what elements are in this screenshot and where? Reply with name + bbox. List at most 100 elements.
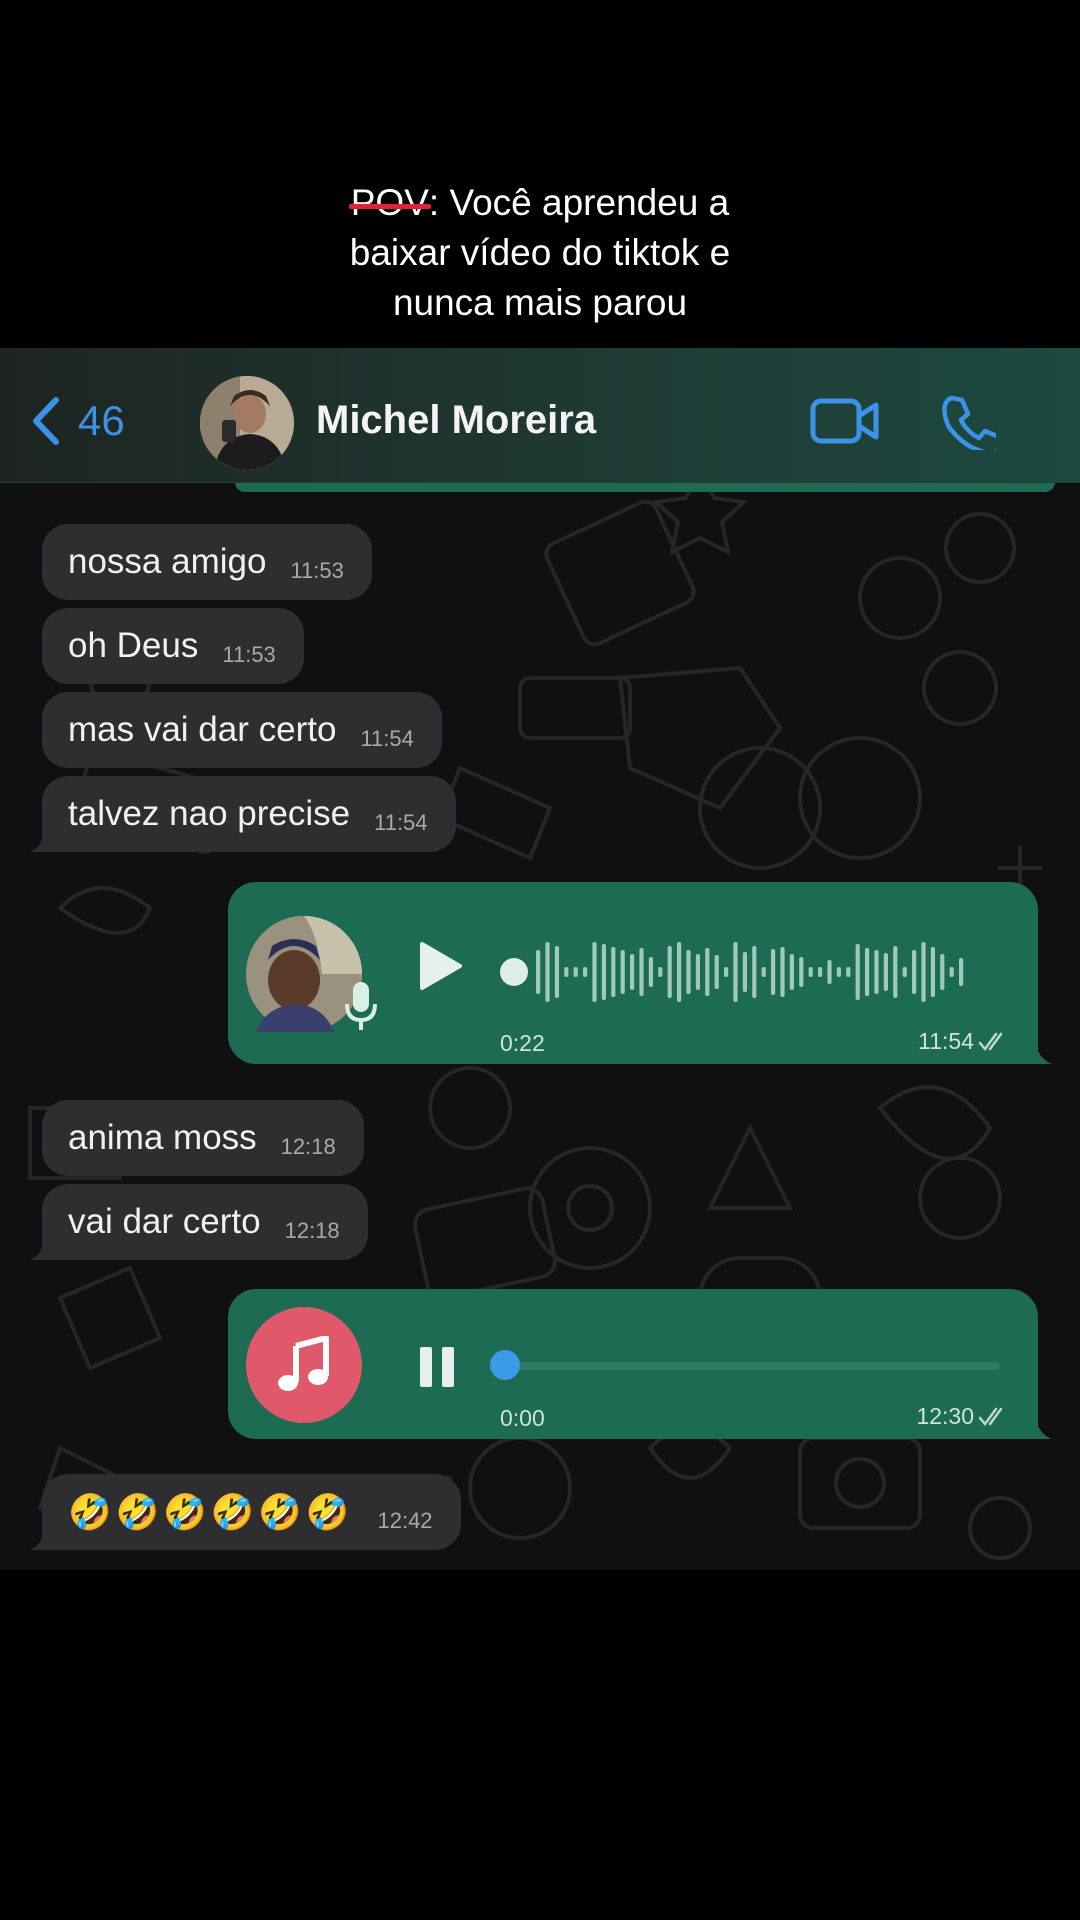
waveform-bar <box>865 948 870 996</box>
incoming-message[interactable]: mas vai dar certo 11:54 <box>42 692 442 768</box>
waveform-bar <box>545 942 550 1002</box>
message-text: nossa amigo <box>68 542 267 581</box>
chat-header: 46 Michel Moreira <box>0 348 1080 483</box>
waveform-bar <box>827 960 832 984</box>
waveform-bar <box>611 947 616 997</box>
read-receipt-icon <box>978 1032 1003 1052</box>
video-camera-icon <box>810 398 879 444</box>
contact-name[interactable]: Michel Moreira <box>316 398 596 443</box>
microphone-icon <box>345 982 377 1030</box>
message-text: oh Deus <box>68 626 199 665</box>
waveform-bar <box>902 967 907 977</box>
play-icon[interactable] <box>418 940 464 992</box>
message-text: vai dar certo <box>68 1202 261 1241</box>
incoming-message[interactable]: anima moss 12:18 <box>42 1100 364 1176</box>
waveform-bar <box>536 950 541 994</box>
audio-progress-knob[interactable] <box>490 1350 520 1380</box>
message-emoji: 🤣🤣🤣🤣🤣🤣 <box>68 1492 354 1532</box>
message-time: 12:18 <box>284 1218 340 1243</box>
message-time: 11:53 <box>290 558 344 583</box>
voice-waveform[interactable] <box>500 936 1000 1008</box>
pause-icon[interactable] <box>418 1347 458 1387</box>
previous-message-edge <box>235 482 1055 492</box>
back-button[interactable]: 46 <box>30 396 125 446</box>
waveform-bar <box>564 967 569 977</box>
waveform-bar <box>658 967 663 977</box>
audio-position: 0:00 <box>500 1405 545 1431</box>
waveform-bar <box>818 967 823 977</box>
waveform-bar <box>940 954 945 990</box>
incoming-message[interactable]: talvez nao precise 11:54 <box>30 776 456 852</box>
message-text: mas vai dar certo <box>68 710 337 749</box>
caption-line-3: nunca mais parou <box>392 282 688 323</box>
waveform-bar <box>780 947 785 997</box>
waveform-bar <box>677 942 682 1002</box>
waveform-scrubber <box>500 958 528 986</box>
waveform-bar <box>648 957 653 987</box>
message-text: anima moss <box>68 1118 257 1157</box>
waveform-bar <box>639 948 644 996</box>
waveform-bar <box>705 948 710 996</box>
waveform-bar <box>836 967 841 977</box>
waveform-bar <box>573 967 578 977</box>
unread-count: 46 <box>78 397 125 444</box>
incoming-message[interactable]: nossa amigo 11:53 <box>42 524 372 600</box>
voice-duration: 0:22 <box>500 1030 545 1056</box>
bubble-tail <box>1026 1038 1052 1064</box>
message-text: talvez nao precise <box>68 794 351 833</box>
audio-progress-track[interactable] <box>500 1362 1000 1370</box>
message-time: 12:18 <box>280 1134 336 1159</box>
incoming-message[interactable]: vai dar certo 12:18 <box>30 1184 368 1260</box>
waveform-bar <box>789 954 794 990</box>
caption-line-1: : Você aprendeu a <box>428 182 730 223</box>
waveform-bar <box>601 944 606 1000</box>
waveform-bar <box>930 947 935 997</box>
waveform-bar <box>667 946 672 998</box>
waveform-bar <box>620 950 625 994</box>
incoming-message[interactable]: oh Deus 11:53 <box>42 608 304 684</box>
message-time: 11:54 <box>360 726 414 751</box>
bubble-tail <box>30 1236 54 1260</box>
strikethrough-word: POV <box>350 182 429 223</box>
waveform-bar <box>752 946 757 998</box>
bubble-tail <box>30 828 54 852</box>
voice-call-button[interactable] <box>940 394 1004 456</box>
read-receipt-icon <box>978 1407 1003 1427</box>
caption-line-2: baixar vídeo do tiktok e <box>349 232 731 273</box>
waveform-bar <box>912 950 917 994</box>
waveform-bar <box>714 955 719 989</box>
waveform-bar <box>724 967 729 977</box>
waveform-bar <box>846 967 851 977</box>
waveform-bar <box>742 952 747 992</box>
incoming-message[interactable]: 🤣🤣🤣🤣🤣🤣 12:42 <box>30 1474 461 1550</box>
waveform-bar <box>808 967 813 977</box>
message-time: 11:54 <box>374 810 428 835</box>
waveform-bar <box>771 949 776 995</box>
message-time: 12:30 <box>916 1403 974 1429</box>
audio-message[interactable]: 0:00 12:30 <box>228 1289 1052 1439</box>
waveform-bar <box>695 954 700 990</box>
waveform-bar <box>686 950 691 994</box>
waveform-bar <box>949 967 954 977</box>
waveform-bar <box>630 954 635 990</box>
message-time: 11:54 <box>918 1028 974 1054</box>
audio-thumbnail <box>246 1307 362 1423</box>
waveform-bar <box>893 946 898 998</box>
waveform-bar <box>883 953 888 991</box>
waveform-bar <box>733 942 738 1002</box>
waveform-bar <box>761 967 766 977</box>
waveform-bar <box>874 950 879 994</box>
phone-icon <box>942 395 1004 456</box>
bubble-tail <box>1026 1413 1052 1439</box>
waveform-bar <box>554 946 559 998</box>
waveform-bar <box>855 944 860 1000</box>
video-call-button[interactable] <box>810 396 880 451</box>
waveform-bar <box>921 942 926 1002</box>
contact-avatar[interactable] <box>200 376 294 470</box>
voice-message[interactable]: 0:22 11:54 <box>228 882 1052 1064</box>
waveform-bar <box>959 958 964 986</box>
waveform-bar <box>583 967 588 977</box>
message-time: 12:42 <box>377 1508 433 1533</box>
bubble-tail <box>30 1526 54 1550</box>
waveform-bar <box>592 942 597 1002</box>
